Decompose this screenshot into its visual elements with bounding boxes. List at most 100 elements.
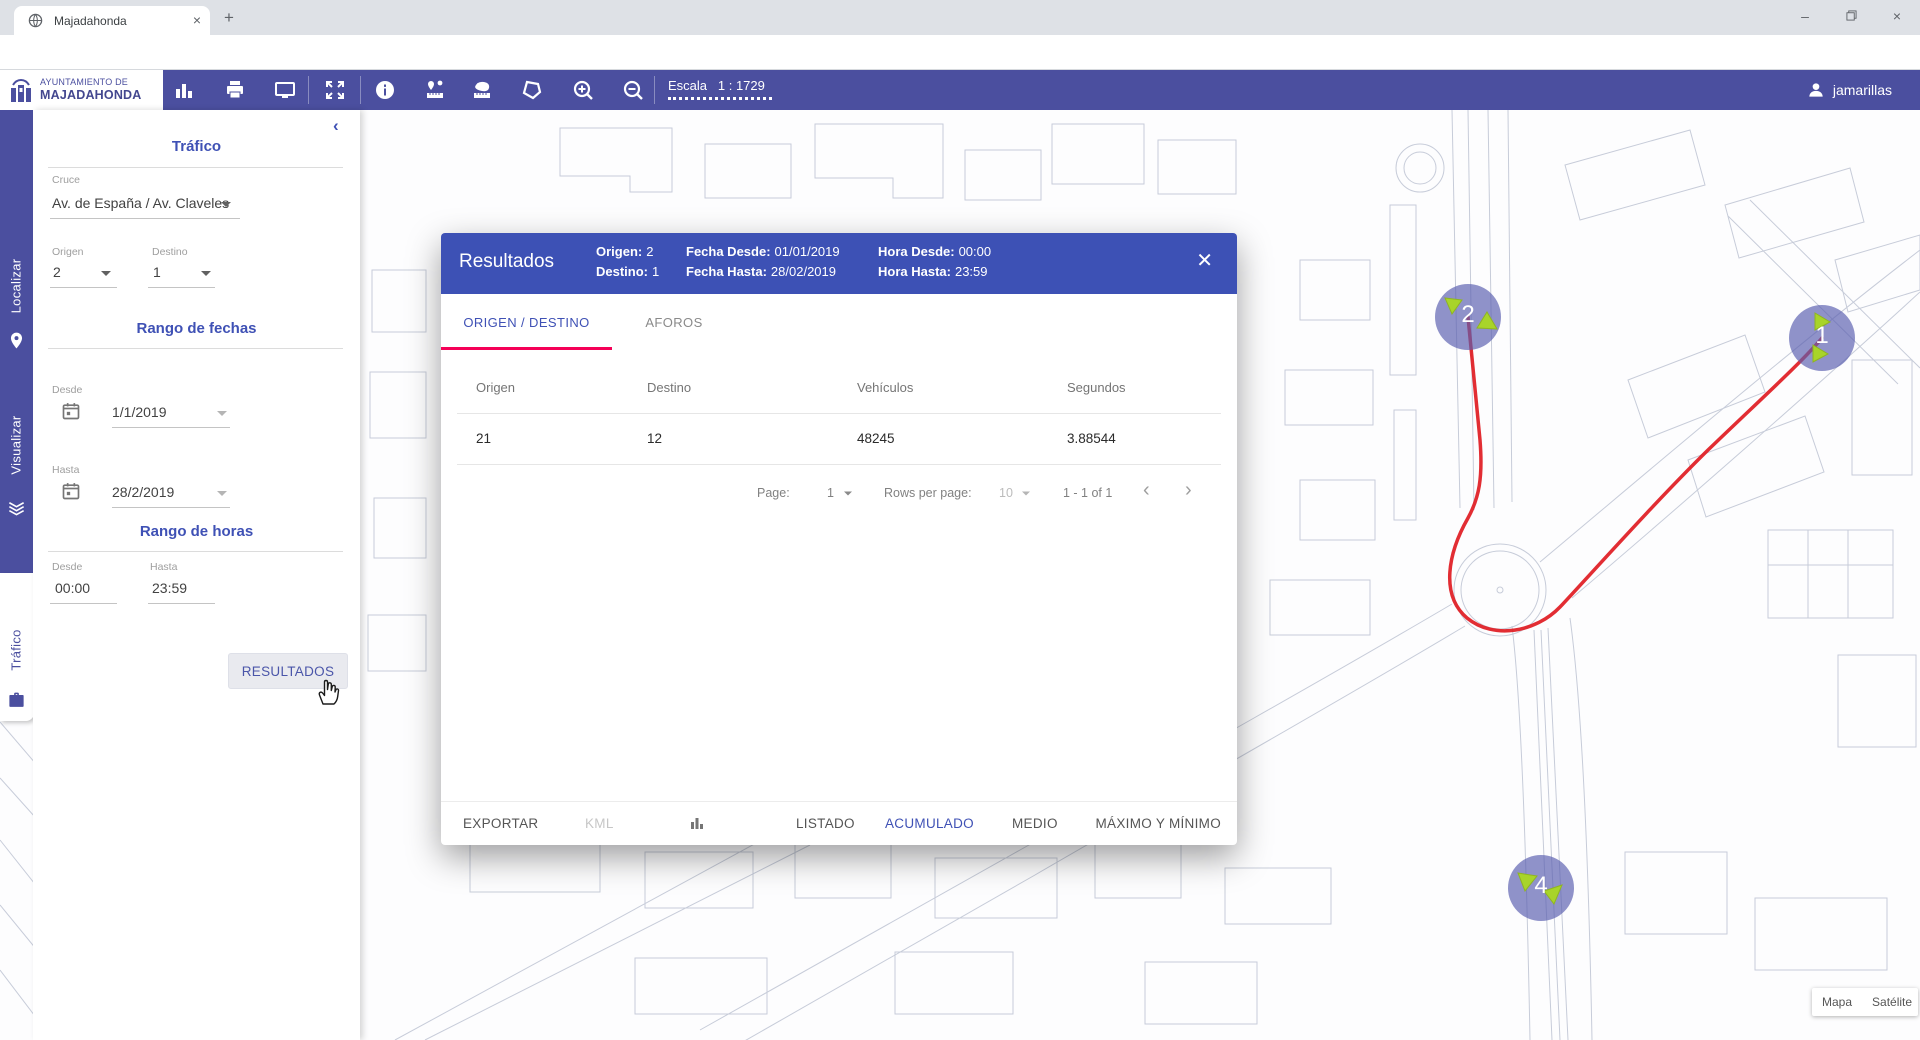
zoom-in-icon[interactable] — [572, 79, 594, 101]
acumulado-button[interactable]: ACUMULADO — [885, 802, 974, 845]
summary-hora-desde-value: 00:00 — [959, 244, 992, 259]
hora-hasta-input[interactable]: 23:59 — [152, 580, 187, 596]
kml-button[interactable]: KML — [585, 802, 614, 845]
user-account[interactable]: jamarillas — [1806, 78, 1892, 102]
toolbar-divider — [654, 76, 655, 104]
tab-aforos[interactable]: AFOROS — [612, 294, 736, 350]
draw-polygon-icon[interactable] — [521, 79, 543, 101]
route-line — [1450, 317, 1822, 631]
page-select[interactable]: 1 — [827, 486, 834, 500]
col-header-destino: Destino — [647, 380, 691, 395]
browser-address-bar: ← → ⟳ https://simplicity.incaurbano.com … — [0, 35, 1920, 70]
chevron-down-icon[interactable] — [101, 271, 111, 276]
field-underline — [50, 287, 117, 288]
sidebar-item-visualizar[interactable]: Visualizar — [9, 415, 24, 474]
collapse-panel-icon[interactable]: ‹ — [333, 116, 339, 136]
print-icon[interactable] — [224, 79, 246, 101]
cruce-select[interactable]: Av. de España / Av. Claveles — [52, 195, 229, 211]
fecha-hasta-label: Hasta — [52, 464, 79, 476]
window-close-button[interactable]: × — [1874, 0, 1920, 33]
chevron-down-icon[interactable] — [217, 411, 227, 416]
side-nav-rail: Localizar Visualizar Datos — [0, 110, 33, 573]
chevron-down-icon[interactable] — [201, 271, 211, 276]
field-underline — [50, 603, 117, 604]
calendar-icon[interactable] — [61, 401, 81, 421]
summary-fecha-desde-value: 01/01/2019 — [775, 244, 840, 259]
field-underline — [112, 507, 230, 508]
chevron-down-icon[interactable] — [217, 491, 227, 496]
zoom-out-icon[interactable] — [622, 79, 644, 101]
origen-label: Origen — [52, 246, 84, 258]
cell-vehiculos: 48245 — [857, 431, 895, 446]
tab-origen-destino[interactable]: ORIGEN / DESTINO — [441, 294, 612, 350]
measure-distance-icon[interactable] — [424, 79, 446, 101]
maximo-minimo-button[interactable]: MÁXIMO Y MÍNIMO — [1095, 802, 1221, 845]
application-window: 2 1 4 Mapa Satélite Majadahonda × + – — [0, 0, 1920, 1040]
app-toolbar: AYUNTAMIENTO DE MAJADAHONDA — [0, 70, 1920, 110]
next-page-icon[interactable]: › — [1185, 479, 1192, 502]
cell-segundos: 3.88544 — [1067, 431, 1116, 446]
trafico-filter-panel: ‹ Tráfico Cruce Av. de España / Av. Clav… — [33, 110, 360, 1040]
active-tool-tab[interactable]: Tráfico — [0, 573, 34, 721]
layers-icon[interactable] — [7, 498, 26, 517]
browser-tab-bar: Majadahonda × + – × — [0, 0, 1920, 35]
browser-tab[interactable]: Majadahonda × — [14, 6, 210, 35]
marker-label: 1 — [1789, 322, 1855, 350]
fullscreen-icon[interactable] — [324, 79, 346, 101]
dialog-footer: EXPORTAR KML LISTADO ACUMULADO MEDIO MÁX… — [441, 801, 1237, 845]
map-marker-destination-1[interactable]: 1 — [1789, 305, 1855, 371]
statistics-icon[interactable] — [173, 79, 195, 101]
destino-select[interactable]: 1 — [153, 264, 161, 280]
fecha-desde-select[interactable]: 1/1/2019 — [112, 404, 167, 420]
toolbar-divider — [308, 76, 309, 104]
map-type-satelite-button[interactable]: Satélite — [1862, 995, 1920, 1009]
summary-hora-hasta-value: 23:59 — [955, 264, 988, 279]
scale-display: Escala 1 : 1729 — [668, 78, 765, 93]
divider — [48, 551, 343, 552]
logo-line1: AYUNTAMIENTO DE — [40, 77, 142, 88]
info-icon[interactable] — [374, 79, 396, 101]
close-icon[interactable]: ✕ — [1196, 250, 1213, 272]
measure-area-icon[interactable] — [471, 79, 493, 101]
previous-page-icon[interactable]: ‹ — [1143, 479, 1150, 502]
chevron-down-icon[interactable] — [221, 202, 231, 207]
logo-line2: MAJADAHONDA — [40, 88, 142, 104]
medio-button[interactable]: MEDIO — [1012, 802, 1058, 845]
listado-button[interactable]: LISTADO — [796, 802, 855, 845]
city-emblem-icon — [7, 76, 35, 104]
map-marker-4[interactable]: 4 — [1508, 855, 1574, 921]
cell-origen: 21 — [476, 431, 491, 446]
map-marker-origin-2[interactable]: 2 — [1435, 284, 1501, 350]
scale-ruler — [668, 97, 772, 100]
sidebar-item-localizar[interactable]: Localizar — [9, 259, 24, 314]
chevron-down-icon[interactable] — [844, 492, 852, 496]
rows-per-page-label: Rows per page: — [884, 486, 972, 500]
fecha-desde-label: Desde — [52, 384, 82, 396]
window-minimize-button[interactable]: – — [1782, 0, 1828, 33]
table-divider — [457, 413, 1221, 414]
screen-icon[interactable] — [274, 79, 296, 101]
field-underline — [148, 603, 215, 604]
origen-select[interactable]: 2 — [53, 264, 61, 280]
tab-title: Majadahonda — [54, 14, 127, 28]
map-type-mapa-button[interactable]: Mapa — [1812, 995, 1862, 1009]
tab-close-icon[interactable]: × — [193, 12, 201, 28]
window-maximize-button[interactable] — [1828, 0, 1874, 33]
fecha-hasta-select[interactable]: 28/2/2019 — [112, 484, 174, 500]
hora-desde-input[interactable]: 00:00 — [55, 580, 90, 596]
user-icon — [1806, 80, 1826, 100]
summary-fecha-hasta-label: Fecha Hasta: — [686, 264, 767, 279]
summary-fecha-desde-label: Fecha Desde: — [686, 244, 771, 259]
summary-origen-value: 2 — [646, 244, 653, 259]
calendar-icon[interactable] — [61, 481, 81, 501]
col-header-vehiculos: Vehículos — [857, 380, 913, 395]
chevron-down-icon[interactable] — [1022, 492, 1030, 496]
chart-view-icon[interactable] — [689, 815, 705, 831]
new-tab-button[interactable]: + — [224, 8, 234, 28]
rows-per-page-select[interactable]: 10 — [999, 486, 1013, 500]
summary-destino-label: Destino: — [596, 264, 648, 279]
globe-favicon-icon — [28, 13, 43, 28]
exportar-button[interactable]: EXPORTAR — [463, 802, 538, 845]
toolbar-divider — [360, 76, 361, 104]
pin-icon[interactable] — [7, 331, 26, 350]
